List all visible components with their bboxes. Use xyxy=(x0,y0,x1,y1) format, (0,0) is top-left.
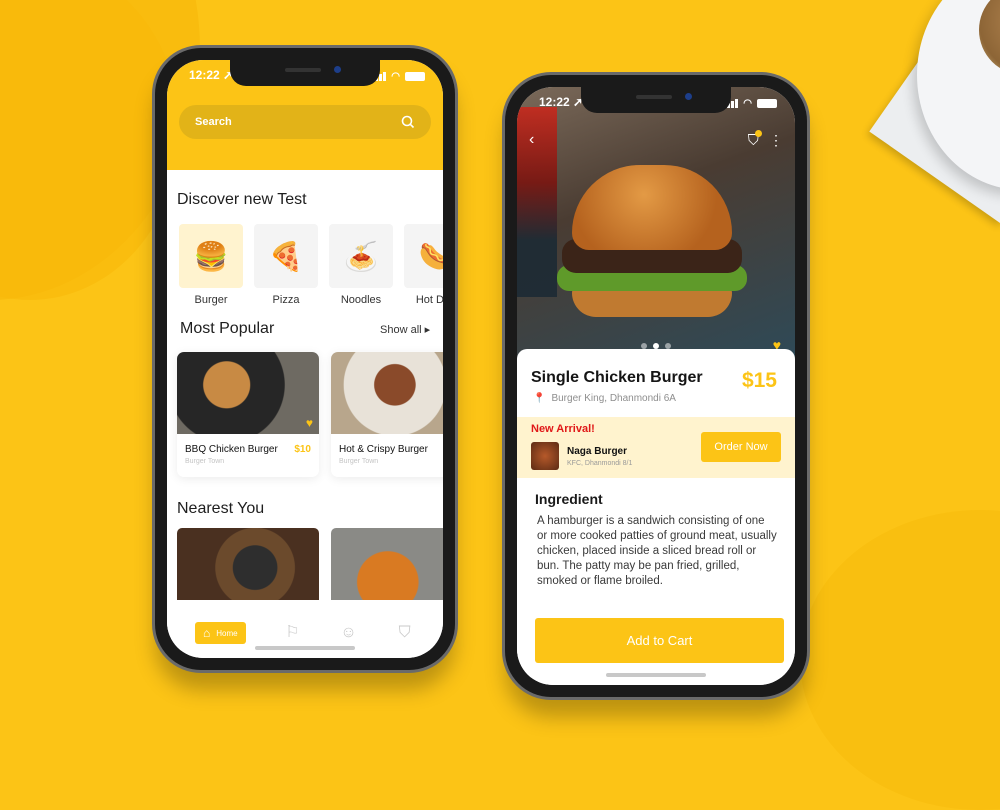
cart-icon[interactable]: ⛉ xyxy=(748,129,762,149)
food-price: $10 xyxy=(294,444,311,455)
nearest-title: Nearest You xyxy=(177,500,265,517)
order-now-button[interactable]: Order Now xyxy=(701,432,781,462)
wifi-icon: ◠ xyxy=(391,70,400,82)
decorative-plate xyxy=(869,0,1000,230)
location-text: Burger King, Dhanmondi 6A xyxy=(551,393,676,404)
nearest-list xyxy=(177,528,443,600)
food-card[interactable]: ♥ BBQ Chicken Burger Burger Town $10 xyxy=(177,352,319,477)
discover-title: Discover new Test xyxy=(177,191,307,208)
category-noodles[interactable]: 🍝 Noodles xyxy=(329,224,393,306)
detail-screen: ♥ 12:22 ➚ ◠ ‹ ⛉ ⋮ Single Chicken Burger … xyxy=(517,87,795,685)
search-input[interactable]: Search xyxy=(179,105,431,139)
new-arrival-label: New Arrival! xyxy=(531,423,595,435)
ingredient-text: A hamburger is a sandwich consisting of … xyxy=(537,515,777,587)
category-label: Pizza xyxy=(272,294,300,306)
food-name: Hot & Crispy Burger xyxy=(339,444,428,455)
noodles-icon: 🍝 xyxy=(329,224,393,288)
category-hot-dog[interactable]: 🌭 Hot Dog xyxy=(404,224,443,306)
new-arrival-name: Naga Burger xyxy=(567,446,628,457)
category-list: 🍔 Burger 🍕 Pizza 🍝 Noodles 🌭 Hot Dog xyxy=(179,224,443,306)
more-icon[interactable]: ⋮ xyxy=(769,132,783,149)
profile-icon[interactable]: ☺ xyxy=(340,624,358,642)
food-image[interactable] xyxy=(177,528,319,600)
hot-dog-icon: 🌭 xyxy=(404,224,443,288)
location-pin-icon: 📍 xyxy=(533,393,546,404)
new-arrival-location: KFC, Dhanmondi 8/1 xyxy=(567,460,633,467)
burger-icon: 🍔 xyxy=(179,224,243,288)
food-image: ♥ xyxy=(331,352,443,434)
search-icon[interactable] xyxy=(401,115,415,129)
product-price: $15 xyxy=(741,369,777,392)
background-shape xyxy=(800,510,1000,810)
pancake xyxy=(979,0,1000,75)
new-arrival-thumbnail xyxy=(531,442,559,470)
search-placeholder: Search xyxy=(195,116,232,128)
show-all-link[interactable]: Show all ▸ xyxy=(380,323,430,336)
home-indicator xyxy=(255,646,355,650)
home-screen: 12:22 ➚ ◠ Search Discover new Test 🍔 Burg… xyxy=(167,60,443,658)
phone-detail-screen: ♥ 12:22 ➚ ◠ ‹ ⛉ ⋮ Single Chicken Burger … xyxy=(505,75,807,697)
new-arrival-banner: New Arrival! Naga Burger KFC, Dhanmondi … xyxy=(517,417,795,478)
category-pizza[interactable]: 🍕 Pizza xyxy=(254,224,318,306)
food-name: BBQ Chicken Burger xyxy=(185,444,278,455)
battery-icon xyxy=(405,71,425,81)
food-card[interactable]: ♥ Hot & Crispy Burger Burger Town $10 xyxy=(331,352,443,477)
food-image[interactable] xyxy=(331,528,443,600)
product-title: Single Chicken Burger xyxy=(531,369,703,386)
top-actions: ‹ ⛉ ⋮ xyxy=(529,129,783,149)
notch xyxy=(581,87,731,113)
home-icon: ⌂ xyxy=(203,626,211,640)
burger-bun xyxy=(572,165,732,250)
cart-badge xyxy=(755,129,762,137)
product-image: ♥ xyxy=(517,87,795,362)
wifi-icon: ◠ xyxy=(743,97,752,109)
ingredient-title: Ingredient xyxy=(535,491,603,507)
category-label: Noodles xyxy=(340,294,382,306)
category-burger[interactable]: 🍔 Burger xyxy=(179,224,243,306)
status-time: 12:22 ➚ xyxy=(189,68,234,82)
notch xyxy=(230,60,380,86)
most-popular-title: Most Popular xyxy=(180,320,275,337)
tab-home[interactable]: ⌂ Home xyxy=(195,622,246,644)
bookmark-icon[interactable]: ⚐ xyxy=(284,624,302,642)
back-icon[interactable]: ‹ xyxy=(529,131,534,149)
product-location: 📍 Burger King, Dhanmondi 6A xyxy=(533,393,676,404)
tab-bar: ⌂ Home ⚐ ☺ ⛉ xyxy=(167,608,443,658)
status-time: 12:22 ➚ xyxy=(539,95,584,109)
add-to-cart-button[interactable]: Add to Cart xyxy=(535,618,784,663)
background-shape xyxy=(0,0,180,300)
restaurant-name: Burger Town xyxy=(339,458,379,465)
restaurant-name: Burger Town xyxy=(185,458,225,465)
battery-icon xyxy=(757,98,777,108)
detail-sheet: Single Chicken Burger $15 📍 Burger King, … xyxy=(517,349,795,685)
popular-list: ♥ BBQ Chicken Burger Burger Town $10 ♥ H… xyxy=(177,352,443,477)
heart-icon[interactable]: ♥ xyxy=(306,416,313,430)
phone-home-screen: 12:22 ➚ ◠ Search Discover new Test 🍔 Burg… xyxy=(155,48,455,670)
category-label: Hot Dog xyxy=(415,294,443,306)
tab-home-label: Home xyxy=(216,628,238,638)
category-label: Burger xyxy=(194,294,228,306)
home-indicator xyxy=(606,673,706,677)
pizza-icon: 🍕 xyxy=(254,224,318,288)
food-image: ♥ xyxy=(177,352,319,434)
cart-icon[interactable]: ⛉ xyxy=(396,624,414,642)
